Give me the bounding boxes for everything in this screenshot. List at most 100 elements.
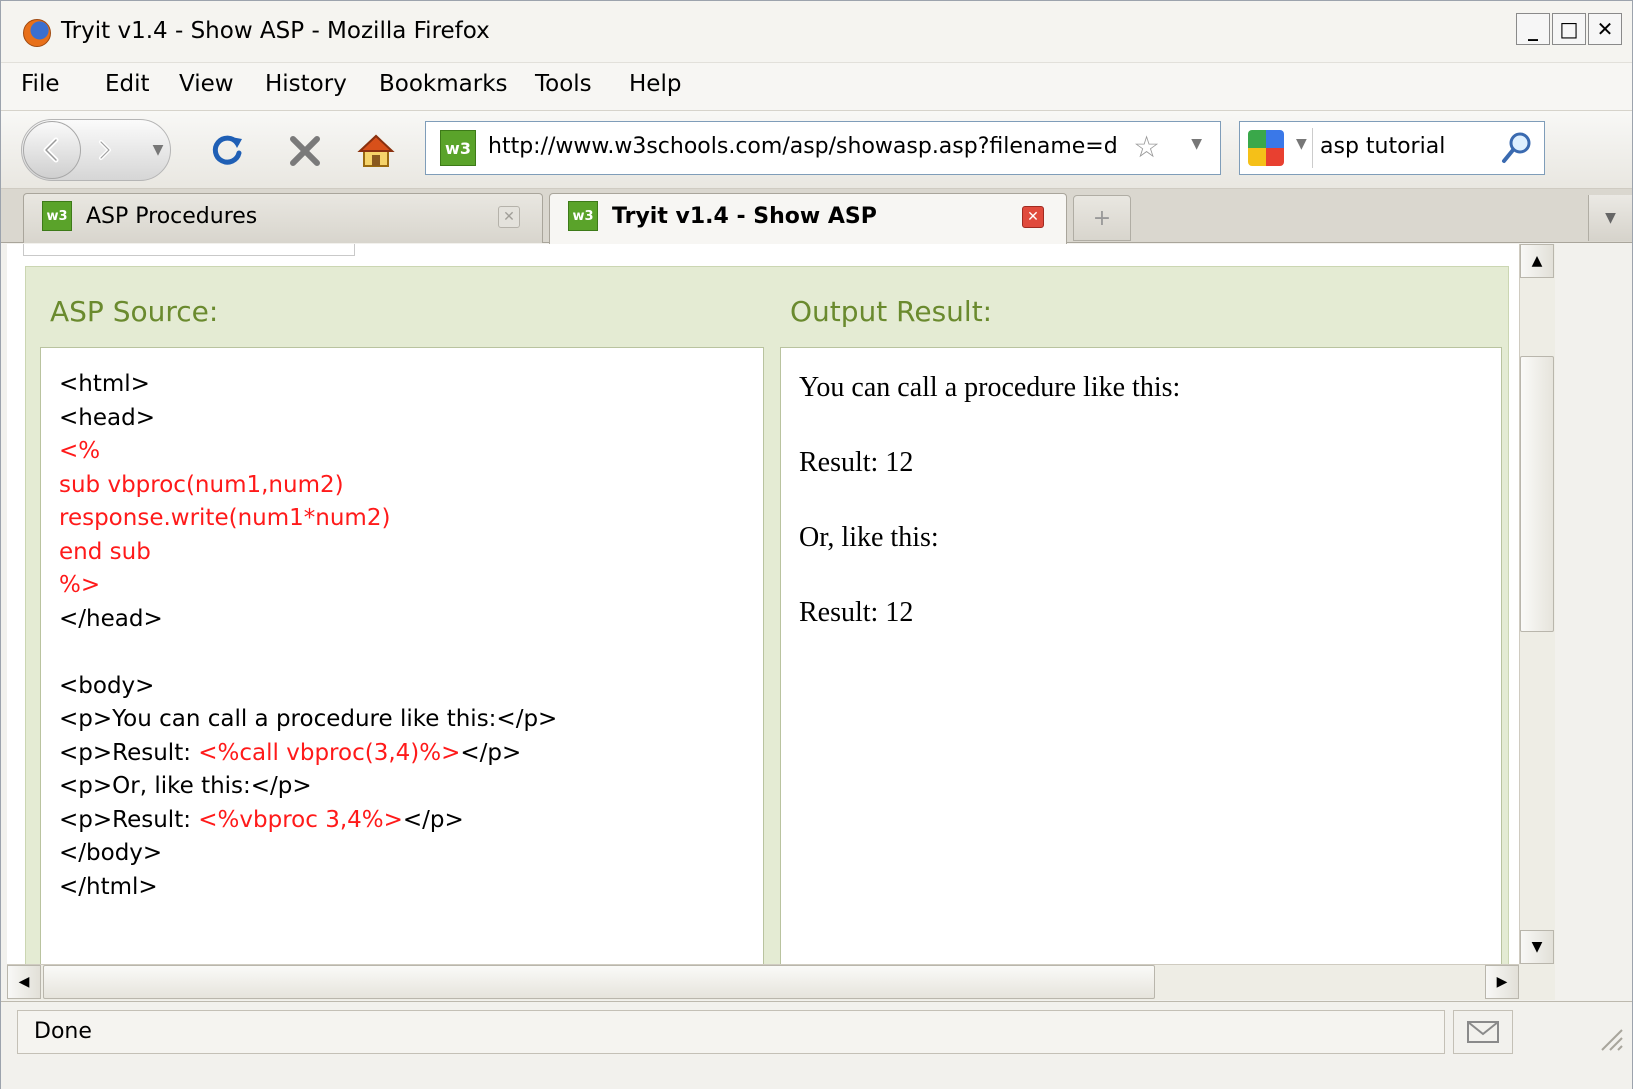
source-heading: ASP Source:: [50, 295, 219, 328]
mail-icon[interactable]: [1453, 1010, 1513, 1054]
code-markup: <body>: [59, 672, 155, 699]
status-text: Done: [17, 1010, 1445, 1054]
title-bar: Tryit v1.4 - Show ASP - Mozilla Firefox …: [1, 1, 1632, 63]
code-line: <%: [59, 435, 557, 469]
tab-tryit-show-asp[interactable]: w3 Tryit v1.4 - Show ASP ✕: [549, 193, 1067, 245]
menu-history[interactable]: History: [265, 71, 347, 97]
gmail-icon: [1467, 1021, 1499, 1043]
scroll-right-icon[interactable]: ▶: [1485, 965, 1519, 999]
code-markup: <p>Result:: [59, 739, 199, 766]
code-markup: <p>You can call a procedure like this:</…: [59, 706, 558, 732]
code-line: </body>: [59, 837, 557, 871]
code-line: <p>Result: <%call vbproc(3,4)%></p>: [59, 737, 557, 771]
search-icon[interactable]: [1500, 130, 1534, 166]
code-server-script: response.write(num1*num2): [59, 505, 391, 531]
reload-icon: [212, 135, 242, 165]
output-result: You can call a procedure like this: Resul…: [799, 368, 1180, 668]
resize-grip-icon[interactable]: [1594, 1022, 1624, 1052]
code-line: response.write(num1*num2): [59, 502, 557, 536]
source-code-box: <html> <head> <% sub vbproc(num1,num2) respo…: [40, 347, 764, 964]
firefox-icon: [23, 19, 51, 47]
code-server-script: %>: [59, 572, 101, 598]
new-tab-button[interactable]: +: [1073, 195, 1131, 241]
window-controls: _ □ ✕: [1516, 13, 1622, 45]
code-line: <p>Result: <%vbproc 3,4%></p>: [59, 804, 557, 838]
forward-arrow-icon: [99, 140, 111, 160]
maximize-button[interactable]: □: [1552, 13, 1586, 45]
tab-favicon-icon: w3: [568, 201, 598, 231]
menu-view[interactable]: View: [179, 71, 234, 97]
tab-list-dropdown-icon[interactable]: ▼: [1588, 195, 1632, 241]
history-dropdown-icon[interactable]: ▼: [148, 138, 168, 162]
output-paragraph: Or, like this:: [799, 522, 939, 553]
output-heading: Output Result:: [790, 295, 993, 328]
code-line: <html>: [59, 368, 557, 402]
code-markup: </p>: [402, 806, 464, 833]
vertical-scroll-thumb[interactable]: [1520, 356, 1554, 632]
code-markup: <html>: [59, 371, 150, 397]
horizontal-scroll-thumb[interactable]: [43, 965, 1155, 999]
output-result-box: You can call a procedure like this: Resul…: [780, 347, 1502, 964]
output-paragraph: Result: 12: [799, 447, 914, 478]
scroll-up-icon[interactable]: ▲: [1520, 244, 1554, 278]
search-input[interactable]: asp tutorial: [1320, 134, 1445, 159]
code-markup: </html>: [59, 873, 158, 900]
status-bar: Done: [1, 1001, 1632, 1089]
tab-close-icon[interactable]: ✕: [498, 206, 520, 228]
code-line: end sub: [59, 536, 557, 570]
source-code: <html> <head> <% sub vbproc(num1,num2) respo…: [59, 368, 557, 904]
code-markup: </p>: [460, 739, 522, 766]
code-line: sub vbproc(num1,num2): [59, 469, 557, 503]
code-server-script: <%vbproc 3,4%>: [198, 806, 403, 833]
code-line: </head>: [59, 603, 557, 637]
code-line: <head>: [59, 402, 557, 436]
url-dropdown-icon[interactable]: ▼: [1191, 136, 1202, 152]
code-markup: <p>Or, like this:</p>: [59, 773, 312, 799]
code-server-script: <%: [59, 438, 101, 464]
menu-edit[interactable]: Edit: [105, 71, 150, 97]
close-button[interactable]: ✕: [1588, 13, 1622, 45]
tryit-panel: ASP Source: Output Result: <html> <head> <…: [25, 266, 1509, 964]
code-line: <p>You can call a procedure like this:</…: [59, 703, 557, 737]
code-line: <p>Or, like this:</p>: [59, 770, 557, 804]
search-engine-dropdown-icon[interactable]: ▼: [1296, 136, 1307, 152]
page-content: ASP Source: Output Result: <html> <head> <…: [7, 244, 1519, 964]
code-markup: <p>Result:: [59, 806, 199, 833]
forward-button[interactable]: [84, 130, 124, 170]
tab-strip: w3 ASP Procedures ✕ w3 Tryit v1.4 - Show…: [1, 189, 1632, 245]
url-bar[interactable]: w3 http://www.w3schools.com/asp/showasp.…: [425, 121, 1221, 175]
menu-bookmarks[interactable]: Bookmarks: [379, 71, 508, 97]
tab-close-icon[interactable]: ✕: [1022, 206, 1044, 228]
scroll-corner: [1519, 964, 1555, 1000]
scroll-down-icon[interactable]: ▼: [1520, 930, 1554, 964]
stop-icon: [290, 136, 320, 166]
home-icon: [357, 134, 395, 167]
url-text: http://www.w3schools.com/asp/showasp.asp…: [488, 134, 1118, 159]
search-bar[interactable]: ▼ asp tutorial: [1239, 121, 1545, 175]
horizontal-scrollbar[interactable]: ◀ ▶: [7, 964, 1519, 1000]
menu-help[interactable]: Help: [629, 71, 681, 97]
tab-asp-procedures[interactable]: w3 ASP Procedures ✕: [23, 193, 543, 243]
code-line: </html>: [59, 871, 557, 905]
code-markup: </head>: [59, 605, 163, 632]
minimize-button[interactable]: _: [1516, 13, 1550, 45]
home-button[interactable]: [356, 131, 396, 171]
back-button[interactable]: [23, 121, 81, 179]
reload-button[interactable]: [207, 131, 247, 171]
bookmark-star-icon[interactable]: ☆: [1133, 130, 1160, 165]
code-server-script: <%call vbproc(3,4)%>: [198, 739, 461, 766]
search-engine-icon[interactable]: [1248, 130, 1284, 166]
tab-label: Tryit v1.4 - Show ASP: [612, 204, 877, 229]
code-line: <body>: [59, 670, 557, 704]
page-top-fragment: [23, 244, 355, 256]
stop-button[interactable]: [285, 131, 325, 171]
window-title: Tryit v1.4 - Show ASP - Mozilla Firefox: [61, 18, 490, 44]
menu-tools[interactable]: Tools: [535, 71, 592, 97]
vertical-scrollbar[interactable]: ▲ ▼: [1519, 244, 1555, 964]
code-server-script: sub vbproc(num1,num2): [59, 471, 344, 498]
site-favicon-icon: w3: [440, 130, 476, 166]
code-markup: <head>: [59, 404, 155, 431]
scroll-left-icon[interactable]: ◀: [7, 965, 41, 999]
menu-file[interactable]: File: [21, 71, 60, 97]
